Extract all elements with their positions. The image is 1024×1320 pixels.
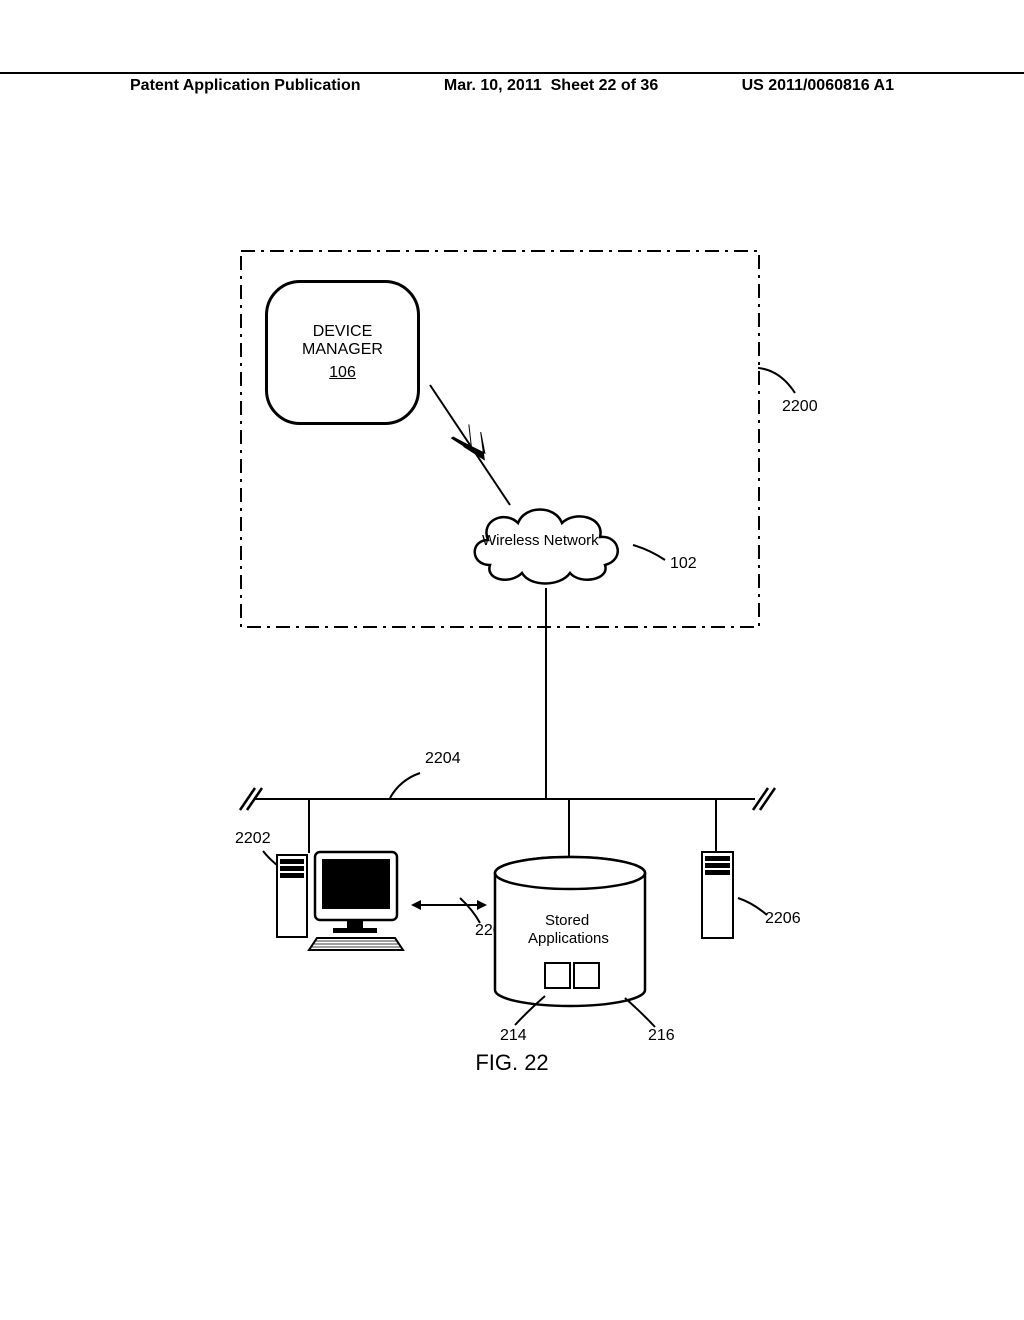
- bus-end-right: [748, 785, 778, 815]
- label-2200: 2200: [782, 398, 818, 416]
- leader-102: [630, 542, 670, 562]
- drop-cylinder: [568, 798, 570, 858]
- drop-right: [715, 798, 717, 853]
- computer-icon: [275, 850, 405, 955]
- device-manager-box: DEVICE MANAGER 106: [265, 280, 420, 425]
- lightning-icon: [425, 380, 515, 510]
- figure-caption: FIG. 22: [0, 1050, 1024, 1076]
- line-cloud-to-bus: [545, 588, 547, 798]
- storage-label-line1: Stored: [545, 912, 589, 929]
- diagram-container: 2200 DEVICE MANAGER 106 Wireless Network…: [180, 250, 860, 1050]
- leader-2204: [385, 770, 425, 802]
- leader-216: [620, 995, 660, 1030]
- header-right: US 2011/0060816 A1: [742, 77, 894, 95]
- storage-label-line2: Applications: [528, 930, 609, 947]
- device-manager-num: 106: [329, 364, 356, 382]
- header-left: Patent Application Publication: [130, 77, 361, 95]
- bus-line: [255, 798, 755, 800]
- leader-214: [510, 993, 550, 1028]
- drop-left: [308, 798, 310, 853]
- device-manager-line2: MANAGER: [302, 341, 383, 359]
- label-2206: 2206: [765, 910, 801, 928]
- header-middle: Mar. 10, 2011 Sheet 22 of 36: [444, 77, 658, 95]
- label-102: 102: [670, 555, 697, 573]
- server-icon: [700, 850, 735, 940]
- label-214: 214: [500, 1027, 527, 1045]
- leader-2200: [755, 365, 815, 400]
- leader-2208: [455, 895, 485, 925]
- bus-end-left: [235, 785, 265, 815]
- label-2204: 2204: [425, 750, 461, 768]
- label-216: 216: [648, 1027, 675, 1045]
- device-manager-line1: DEVICE: [313, 323, 373, 341]
- label-2202: 2202: [235, 830, 271, 848]
- cloud-label: Wireless Network: [482, 532, 599, 549]
